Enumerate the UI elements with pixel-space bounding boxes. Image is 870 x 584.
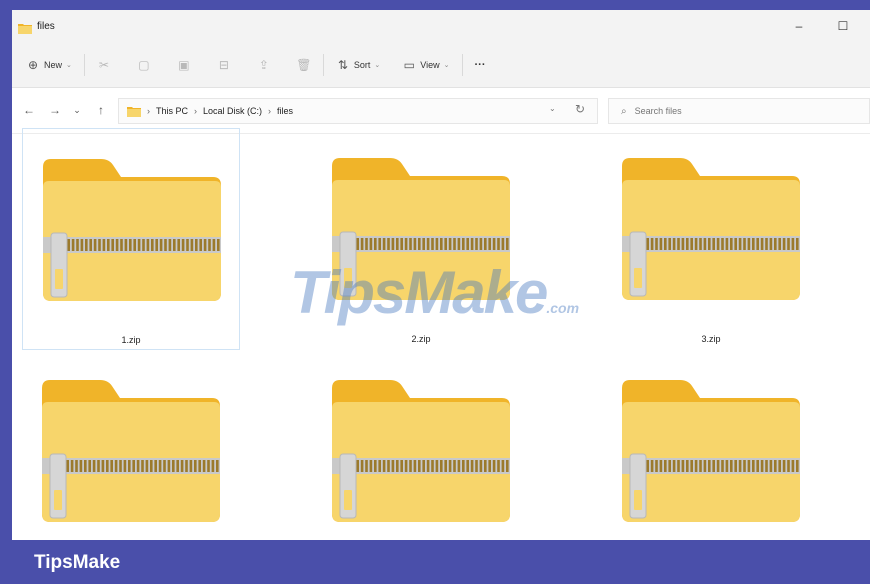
file-tile[interactable]: 1.zip [22,128,240,350]
paste-button[interactable]: ▣ [171,52,197,78]
address-bar[interactable]: › This PC › Local Disk (C:) › files ⌄ ↻ [118,98,598,124]
breadcrumb-item[interactable]: This PC [156,106,188,116]
chevron-down-icon: ⌄ [66,61,72,69]
divider [461,53,463,76]
share-button[interactable]: ⇪ [251,52,277,78]
more-options-button[interactable]: ··· [469,52,492,78]
chevron-down-icon: ⌄ [443,61,450,69]
brand-logo-text: TipsMake [34,552,121,573]
rename-icon: ⊟ [218,57,229,72]
sort-button[interactable]: ⇅ Sort ⌄ [330,52,386,78]
new-button[interactable]: ⊕ New ⌄ [20,52,78,78]
view-button[interactable]: ▭ View ⌄ [396,52,455,78]
copy-icon: ▢ [138,57,150,72]
search-box[interactable]: ⌕ [608,98,870,124]
chevron-down-icon[interactable]: ⌄ [549,104,556,113]
trash-icon: 🗑 [296,57,312,72]
brand-bar: TipsMake [0,540,870,584]
recent-locations-button[interactable]: ⌄ [68,101,86,119]
chevron-down-icon: ⌄ [374,61,381,69]
maximize-button[interactable]: ☐ [830,16,856,36]
up-button[interactable]: ↑ [92,101,110,119]
watermark: TipsMake.com [290,259,580,326]
sort-icon: ⇅ [337,57,348,72]
command-bar: ⊕ New ⌄ ✂ ▢ ▣ ⊟ ⇪ 🗑 ⇅ Sort ⌄ ▭ View ⌄ ··… [12,42,870,88]
file-name-label: 2.zip [411,334,431,344]
delete-button[interactable]: 🗑 [291,52,317,78]
clipboard-icon: ▣ [178,57,190,72]
divider [83,53,85,76]
folder-icon [127,106,141,117]
forward-button[interactable]: → [46,101,64,119]
divider [322,53,324,76]
title-bar: files – ☐ [12,10,870,42]
file-tile[interactable] [22,350,240,540]
file-tile[interactable] [602,350,820,540]
window-title: files [37,20,55,32]
file-name-label: 1.zip [121,335,141,345]
cut-button[interactable]: ✂ [91,52,117,78]
chevron-right-icon: › [147,106,150,116]
minimize-button[interactable]: – [786,16,812,36]
breadcrumb-item[interactable]: files [277,106,293,116]
chevron-right-icon: › [194,106,198,116]
chevron-right-icon: › [268,106,272,116]
folder-icon [18,21,32,34]
breadcrumb-item[interactable]: Local Disk (C:) [203,106,262,116]
share-icon: ⇪ [258,57,269,72]
refresh-icon[interactable]: ↻ [575,102,585,116]
scissors-icon: ✂ [98,57,109,72]
rename-button[interactable]: ⊟ [211,52,237,78]
plus-circle-icon: ⊕ [27,57,39,72]
file-tile[interactable] [312,350,530,540]
search-input[interactable] [634,106,835,116]
explorer-window: files – ☐ ⊕ New ⌄ ✂ ▢ ▣ ⊟ ⇪ 🗑 ⇅ Sort ⌄ ▭… [12,10,870,540]
view-icon: ▭ [403,57,415,72]
file-tile[interactable]: 3.zip [602,128,820,350]
search-icon: ⌕ [621,105,627,117]
file-name-label: 3.zip [701,334,721,344]
back-button[interactable]: ← [20,101,38,119]
copy-button[interactable]: ▢ [131,52,157,78]
